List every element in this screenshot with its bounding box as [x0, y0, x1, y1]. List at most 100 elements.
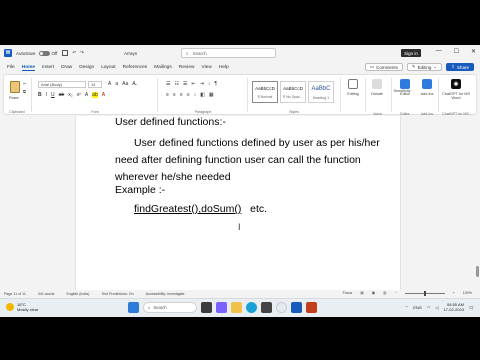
bullets-icon[interactable]: ☰	[166, 81, 170, 87]
minimize-icon[interactable]: —	[436, 48, 442, 55]
vertical-scrollbar[interactable]	[474, 116, 480, 290]
font-size-select[interactable]: 14	[88, 81, 102, 88]
cut-icon[interactable]: ✂	[23, 81, 26, 86]
print-layout-icon[interactable]: ▣	[372, 291, 375, 295]
tab-file[interactable]: File	[7, 65, 15, 70]
style-no-spacing[interactable]: AaBbCcD ¶ No Spac...	[280, 81, 306, 103]
align-left-icon[interactable]: ≡	[166, 92, 169, 98]
justify-icon[interactable]: ≡	[187, 92, 190, 98]
weather-widget[interactable]: 18°C Mostly clear	[6, 302, 38, 312]
input-language[interactable]: ENG	[413, 305, 422, 310]
text-effects-icon[interactable]: A	[85, 92, 88, 98]
line-spacing-icon[interactable]: ↕	[194, 92, 197, 98]
tab-layout[interactable]: Layout	[101, 65, 115, 70]
editor-button[interactable]: Editor	[395, 79, 415, 96]
sort-icon[interactable]: ↕	[208, 81, 211, 87]
show-marks-icon[interactable]: ¶	[214, 81, 217, 87]
word-taskbar-icon[interactable]	[291, 302, 302, 313]
share-button[interactable]: ⇪ Share	[446, 63, 474, 71]
font-name-select[interactable]: Arial (Body)	[38, 81, 86, 88]
maximize-icon[interactable]: ☐	[454, 48, 459, 55]
bold-icon[interactable]: B	[38, 92, 42, 98]
document-title[interactable]: Arrays	[124, 51, 137, 56]
tab-review[interactable]: Review	[179, 65, 195, 70]
tab-view[interactable]: View	[201, 65, 211, 70]
italic-icon[interactable]: I	[46, 92, 47, 98]
scrollbar-thumb[interactable]	[476, 266, 479, 277]
wifi-icon[interactable]: ◠	[427, 305, 431, 310]
zoom-level[interactable]: 100%	[463, 291, 472, 295]
addins-button[interactable]: Add-ins	[417, 79, 437, 96]
focus-button[interactable]: Focus	[343, 291, 353, 295]
subscript-icon[interactable]: x₂	[68, 92, 72, 98]
grow-font-icon[interactable]: A	[108, 81, 111, 87]
zoom-in-icon[interactable]: +	[453, 291, 455, 295]
doc-paragraph[interactable]: User defined functions defined by user a…	[115, 135, 380, 186]
search-input[interactable]: ⌕ Search	[181, 48, 276, 58]
style-heading-1[interactable]: AaBbC Heading 1	[308, 81, 334, 103]
numbering-icon[interactable]: ☷	[174, 81, 178, 87]
volume-icon[interactable]: ◁	[435, 305, 438, 310]
doc-code-line[interactable]: findGreatest(),doSum() etc.	[134, 203, 267, 215]
taskbar-search[interactable]: ⌕ Search	[143, 302, 197, 313]
tab-references[interactable]: References	[123, 65, 148, 70]
chrome-icon[interactable]	[276, 302, 287, 313]
shrink-font-icon[interactable]: a	[115, 81, 118, 87]
web-layout-icon[interactable]: ▥	[383, 291, 386, 295]
edge-icon[interactable]	[246, 302, 257, 313]
zoom-out-icon[interactable]: −	[395, 291, 397, 295]
editing-mode-button[interactable]: ✎ Editing ⌄	[406, 63, 443, 71]
align-right-icon[interactable]: ≡	[180, 92, 183, 98]
shading-icon[interactable]: ◧	[200, 92, 205, 98]
read-mode-icon[interactable]: ▤	[360, 291, 363, 295]
autosave-toggle[interactable]	[38, 50, 50, 56]
text-predictions-status[interactable]: Text Predictions: On	[101, 292, 133, 296]
zoom-slider[interactable]	[404, 290, 445, 296]
multilevel-list-icon[interactable]: ☰	[183, 81, 187, 87]
increase-indent-icon[interactable]: ⇥	[200, 81, 204, 87]
strikethrough-icon[interactable]: ab	[59, 92, 65, 98]
align-center-icon[interactable]: ≡	[173, 92, 176, 98]
chatgpt-button[interactable]: ✺ ChatGPT for MS Word	[440, 79, 472, 100]
tab-draw[interactable]: Draw	[61, 65, 72, 70]
paste-button[interactable]: Paste	[9, 96, 19, 100]
borders-icon[interactable]: ▦	[209, 92, 214, 98]
tab-home[interactable]: Home	[21, 65, 36, 71]
chevron-up-icon[interactable]: ⌃	[405, 305, 408, 310]
doc-example-label[interactable]: Example :-	[115, 184, 165, 196]
tab-design[interactable]: Design	[79, 65, 94, 70]
change-case-icon[interactable]: Aa	[122, 81, 128, 87]
sign-in-button[interactable]: Sign in	[401, 49, 421, 57]
file-explorer-icon[interactable]	[231, 302, 242, 313]
document-page[interactable]: User defined functions:- User defined fu…	[75, 116, 401, 290]
start-icon[interactable]	[128, 302, 139, 313]
editing-button[interactable]: Editing	[343, 79, 363, 96]
style-normal[interactable]: AaBbCcD ¶ Normal	[252, 81, 278, 103]
undo-icon[interactable]: ↶	[72, 50, 76, 56]
decrease-indent-icon[interactable]: ⇤	[191, 81, 195, 87]
tab-mailings[interactable]: Mailings	[154, 65, 172, 70]
font-color-icon[interactable]: A	[102, 92, 105, 98]
word-count[interactable]: 341 words	[38, 292, 55, 296]
tab-insert[interactable]: Insert	[42, 65, 54, 70]
doc-heading[interactable]: User defined functions:-	[115, 116, 226, 128]
clock[interactable]: 08:55 AM 17-02-2023	[443, 302, 463, 312]
language-status[interactable]: English (India)	[66, 292, 89, 296]
task-view-icon[interactable]	[201, 302, 212, 313]
page-count[interactable]: Page 11 of 11	[4, 292, 26, 296]
chat-app-icon[interactable]	[216, 302, 227, 313]
paste-icon[interactable]	[10, 81, 20, 93]
superscript-icon[interactable]: x²	[77, 92, 81, 98]
underline-icon[interactable]: U	[51, 92, 55, 98]
redo-icon[interactable]: ↷	[80, 50, 84, 56]
accessibility-status[interactable]: Accessibility: Investigate	[146, 292, 185, 296]
tab-help[interactable]: Help	[219, 65, 229, 70]
close-icon[interactable]: ✕	[471, 48, 476, 55]
comments-button[interactable]: ▭ Comments	[364, 63, 403, 71]
dictate-button[interactable]: Dictate	[367, 79, 387, 96]
notification-icon[interactable]: 🗨	[469, 305, 474, 310]
highlight-icon[interactable]: ab	[92, 92, 98, 98]
copy-icon[interactable]: ⧉	[23, 89, 26, 94]
clear-format-icon[interactable]: A̶	[132, 81, 135, 87]
app-taskbar-icon[interactable]	[306, 302, 317, 313]
